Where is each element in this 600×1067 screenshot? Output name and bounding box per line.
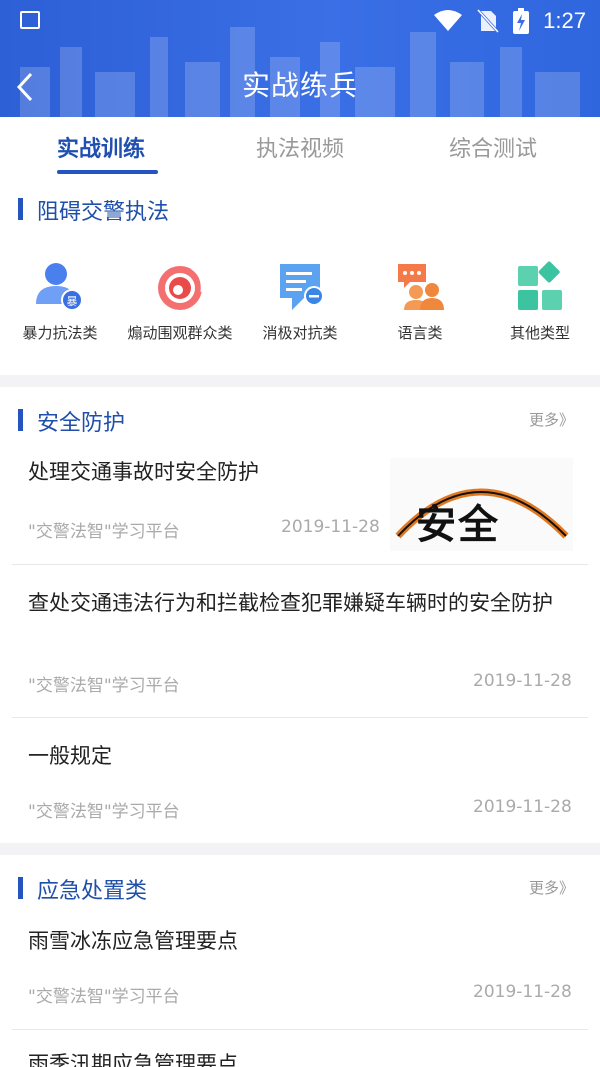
section-header-obstruct: 阻碍交警执法 [0,194,600,225]
section-header-emergency: 应急处置类 更多》 [0,873,600,904]
section-gap [0,843,600,855]
item-date: 2019-11-28 [473,671,572,691]
chat-people-icon [398,264,444,310]
section-title: 阻碍交警执法 [37,200,170,225]
category-other[interactable]: 其他类型 [480,258,600,343]
category-language[interactable]: 语言类 [360,258,480,343]
section-header-safety: 安全防护 更多》 [0,405,600,436]
list-item[interactable]: 查处交通违法行为和拦截检查犯罪嫌疑车辆时的安全防护 "交警法智"学习平台 201… [0,575,600,717]
badge-text: 暴 [67,295,78,308]
page-title: 实战练兵 [241,69,358,102]
category-incite-crowd[interactable]: 煽动围观群众类 [120,258,240,343]
item-title: 雨季汛期应急管理要点 [28,1052,238,1067]
section-title: 安全防护 [37,411,126,436]
tab-comprehensive-test[interactable]: 综合测试 [449,131,537,163]
thumbnail-text: 安全 [416,501,500,548]
item-title: 雨雪冰冻应急管理要点 [28,929,238,953]
section-marker [18,198,23,220]
category-label: 消极对抗类 [262,324,338,342]
list-item[interactable]: 雨季汛期应急管理要点 [0,1040,600,1067]
item-title: 处理交通事故时安全防护 [28,460,259,484]
status-bar: 1:27 [0,0,600,44]
signal-icon [158,266,204,310]
more-link[interactable]: 更多》 [529,877,574,898]
item-date: 2019-11-28 [281,517,380,537]
category-label: 其他类型 [509,324,570,342]
category-passive-resistance[interactable]: 消极对抗类 [240,258,360,343]
category-violent-resistance[interactable]: 暴 暴力抗法类 [0,258,120,343]
app-header: 1:27 实战练兵 [0,0,600,117]
item-title: 一般规定 [28,744,112,768]
list-item[interactable]: 雨雪冰冻应急管理要点 "交警法智"学习平台 2019-11-28 [0,915,600,1027]
document-minus-icon [280,264,324,310]
item-date: 2019-11-28 [473,982,572,1002]
active-tab-indicator [57,170,158,174]
item-source: "交警法智"学习平台 [28,676,180,696]
category-label: 语言类 [397,324,443,342]
section-marker [18,409,23,431]
divider [12,717,588,718]
divider [12,564,588,565]
section-gap [0,375,600,387]
list-item[interactable]: 一般规定 "交警法智"学习平台 2019-11-28 [0,728,600,840]
item-source: "交警法智"学习平台 [28,802,180,822]
item-source: "交警法智"学习平台 [28,522,180,542]
item-date: 2019-11-28 [473,797,572,817]
grid-icon [518,261,562,310]
category-label: 暴力抗法类 [22,324,98,342]
image-notification-icon [20,11,40,29]
tab-enforcement-video[interactable]: 执法视频 [256,131,344,163]
item-thumbnail: 安全 [390,458,573,551]
category-grid: 暴 暴力抗法类 煽动围观群众类 消极对抗类 语言类 其他类型 [0,258,600,358]
section-marker [18,877,23,899]
item-title: 查处交通违法行为和拦截检查犯罪嫌疑车辆时的安全防护 [28,591,553,615]
status-time: 1:27 [543,8,586,33]
battery-charging-icon [513,8,530,34]
section-title: 应急处置类 [37,879,148,904]
person-badge-icon: 暴 [36,263,83,311]
wifi-icon [434,10,463,31]
item-source: "交警法智"学习平台 [28,987,180,1007]
tab-practical-training[interactable]: 实战训练 [57,131,145,163]
divider [12,1029,588,1030]
category-label: 煽动围观群众类 [127,324,233,342]
more-link[interactable]: 更多》 [529,409,574,430]
no-sim-icon [477,9,500,33]
